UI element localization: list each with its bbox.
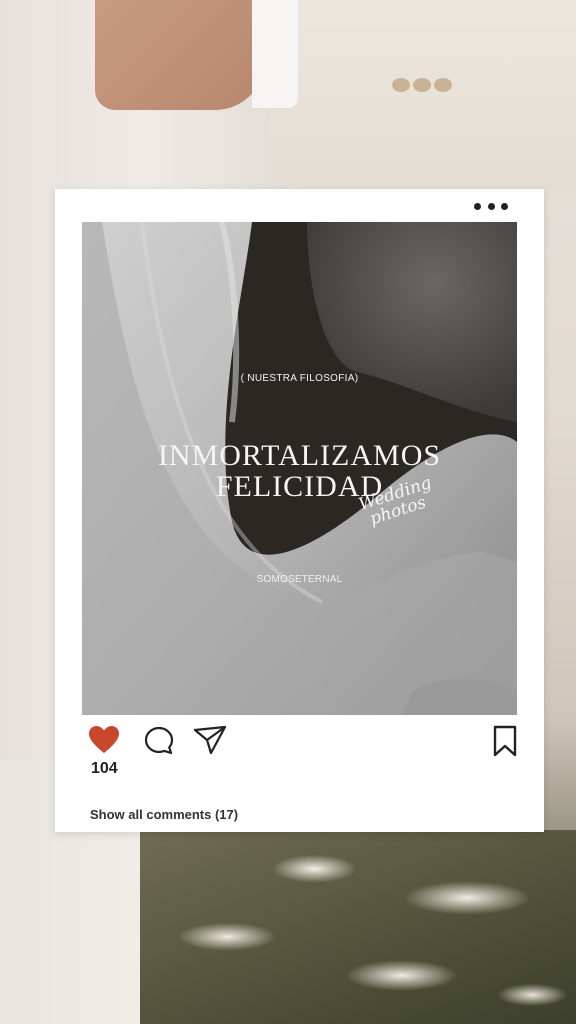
background-sleeve-button	[413, 78, 431, 92]
heart-icon[interactable]	[88, 725, 120, 760]
send-icon[interactable]	[193, 725, 227, 760]
post-headline: INMORTALIZAMOS FELICIDAD	[82, 440, 517, 502]
headline-line: INMORTALIZAMOS	[157, 439, 442, 472]
background-sleeve	[270, 0, 576, 190]
background-shirt-cuff	[252, 0, 298, 108]
show-comments-link[interactable]: Show all comments (17)	[90, 807, 238, 822]
brand-name: SOMOSETERNAL	[256, 574, 343, 585]
action-bar	[88, 725, 518, 759]
headline-line: FELICIDAD	[215, 470, 384, 503]
comment-icon[interactable]	[143, 725, 175, 762]
post-image: ( NUESTRA FILOSOFIA) INMORTALIZAMOS FELI…	[82, 222, 517, 715]
bookmark-icon[interactable]	[492, 725, 518, 762]
post-card: ( NUESTRA FILOSOFIA) INMORTALIZAMOS FELI…	[55, 189, 544, 832]
background-flowers	[140, 830, 576, 1024]
background-sleeve-button	[392, 78, 410, 92]
background-hand	[95, 0, 265, 110]
post-kicker: ( NUESTRA FILOSOFIA)	[240, 373, 359, 384]
more-dots-icon[interactable]	[474, 201, 508, 211]
background-sleeve-button	[434, 78, 452, 92]
like-count: 104	[91, 760, 118, 777]
